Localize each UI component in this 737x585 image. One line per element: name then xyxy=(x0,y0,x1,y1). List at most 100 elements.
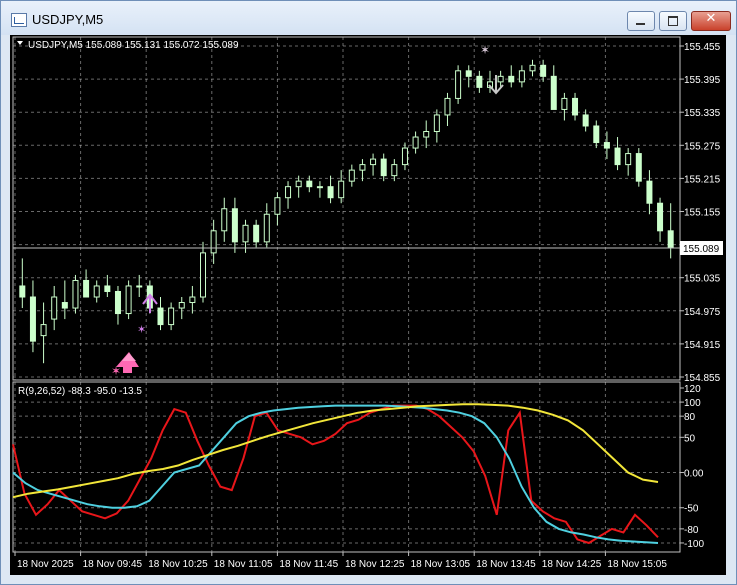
buy-star-icon-2: ✶ xyxy=(137,324,146,336)
time-tick-label-7: 18 Nov 13:45 xyxy=(476,559,536,570)
time-tick-label-6: 18 Nov 13:05 xyxy=(411,559,471,570)
indicator-tick-label-3: 50 xyxy=(684,433,696,444)
candle-body-1 xyxy=(29,296,36,342)
indicator-tick-label-5: -50 xyxy=(684,504,699,515)
candle-body-25 xyxy=(285,186,292,199)
candle-body-3 xyxy=(51,296,58,320)
indicator-tick-label-7: -100 xyxy=(684,539,704,550)
price-tick-label-4: 155.215 xyxy=(684,174,721,185)
candle-body-14 xyxy=(168,307,175,326)
price-tick-label-3: 155.275 xyxy=(684,141,721,152)
candle-body-42 xyxy=(465,70,472,77)
time-tick-label-9: 18 Nov 15:05 xyxy=(607,559,667,570)
candle-body-39 xyxy=(433,114,440,133)
candle-body-34 xyxy=(380,158,387,177)
time-tick-label-4: 18 Nov 11:45 xyxy=(279,559,338,570)
minimize-button[interactable] xyxy=(627,11,655,31)
candle-body-23 xyxy=(263,213,270,243)
buy-star-icon: ✶ xyxy=(111,364,121,378)
candle-body-9 xyxy=(114,290,121,315)
candle-body-58 xyxy=(635,153,642,182)
indicator-header: R(9,26,52) -88.3 -95.0 -13.5 xyxy=(18,386,142,397)
time-tick-label-0: 18 Nov 2025 xyxy=(17,559,74,570)
candle-body-33 xyxy=(370,158,377,166)
indicator-tick-label-1: 100 xyxy=(684,398,701,409)
candle-body-47 xyxy=(518,70,525,83)
close-button[interactable]: ✕ xyxy=(691,11,731,31)
candle-body-46 xyxy=(508,75,515,83)
candle-body-16 xyxy=(189,296,196,304)
candle-body-21 xyxy=(242,224,249,243)
candle-body-52 xyxy=(572,97,579,116)
price-tick-label-2: 155.335 xyxy=(684,108,721,119)
candle-body-51 xyxy=(561,97,568,110)
chart-area[interactable]: 155.455 155.395 155.335 155.275 155.215 155.1… xyxy=(10,35,726,575)
maximize-button[interactable] xyxy=(659,11,687,31)
price-tick-label-1: 155.395 xyxy=(684,75,721,86)
candle-body-4 xyxy=(61,302,68,309)
candle-body-5 xyxy=(72,279,79,309)
title-bar[interactable]: USDJPY,M5 ✕ xyxy=(1,1,736,35)
price-tick-label-9: 154.915 xyxy=(684,340,721,351)
price-header: USDJPY,M5 155.089 155.131 155.072 155.08… xyxy=(28,40,239,51)
candle-body-55 xyxy=(603,142,610,149)
candle-body-53 xyxy=(582,114,589,127)
candle-body-40 xyxy=(444,97,451,116)
candle-body-50 xyxy=(550,75,557,110)
price-tick-label-7: 155.035 xyxy=(684,274,721,285)
candle-body-19 xyxy=(221,208,228,232)
candle-body-20 xyxy=(231,208,238,243)
chart-svg[interactable]: 155.455 155.395 155.335 155.275 155.215 155.1… xyxy=(10,35,726,575)
candle-body-45 xyxy=(497,75,504,83)
candle-body-10 xyxy=(125,285,132,315)
price-tick-label-8: 154.975 xyxy=(684,307,721,318)
candle-body-29 xyxy=(327,186,334,199)
window-title: USDJPY,M5 xyxy=(32,12,104,27)
candle-body-30 xyxy=(338,180,345,199)
candle-body-61 xyxy=(667,230,674,248)
candle-body-11 xyxy=(136,285,143,288)
candle-body-2 xyxy=(40,324,47,337)
indicator-tick-label-6: -80 xyxy=(684,525,699,536)
candle-body-24 xyxy=(274,197,281,215)
candle-body-31 xyxy=(348,169,355,182)
candle-body-22 xyxy=(253,224,260,243)
price-tick-label-10: 154.855 xyxy=(684,373,721,384)
candle-body-36 xyxy=(401,147,408,166)
price-tick-label-0: 155.455 xyxy=(684,42,721,53)
candle-body-60 xyxy=(657,202,664,232)
candle-body-59 xyxy=(646,180,653,204)
time-tick-label-8: 18 Nov 14:25 xyxy=(542,559,602,570)
candle-body-26 xyxy=(295,180,302,188)
chart-window-icon xyxy=(11,13,27,27)
sell-star-icon: ✶ xyxy=(480,43,490,57)
candle-body-49 xyxy=(540,64,547,77)
minimize-icon xyxy=(636,23,645,25)
time-tick-label-5: 18 Nov 12:25 xyxy=(345,559,405,570)
indicator-tick-label-4: 0.00 xyxy=(684,469,704,480)
indicator-tick-label-0: 120 xyxy=(684,384,701,395)
candle-body-38 xyxy=(423,131,430,138)
candle-body-43 xyxy=(476,75,483,88)
chart-window: USDJPY,M5 ✕ 155.455 155.395 155.335 155.275… xyxy=(0,0,737,585)
current-price-label: 155.089 xyxy=(683,244,720,255)
candle-body-15 xyxy=(178,302,185,309)
time-tick-label-2: 18 Nov 10:25 xyxy=(148,559,208,570)
candle-body-54 xyxy=(593,125,600,144)
candle-body-6 xyxy=(83,279,90,298)
candle-body-0 xyxy=(19,285,26,298)
maximize-icon xyxy=(668,16,678,26)
candle-body-32 xyxy=(359,164,366,171)
candle-body-35 xyxy=(391,164,398,177)
candle-body-27 xyxy=(306,180,313,188)
candle-body-18 xyxy=(210,230,217,254)
candle-body-56 xyxy=(614,147,621,166)
candle-body-37 xyxy=(412,136,419,149)
candle-body-13 xyxy=(157,307,164,326)
price-tick-label-5: 155.155 xyxy=(684,208,721,219)
candle-body-57 xyxy=(625,153,632,166)
time-tick-label-3: 18 Nov 11:05 xyxy=(214,559,273,570)
indicator-tick-label-2: 80 xyxy=(684,412,696,423)
candle-body-28 xyxy=(316,186,323,189)
candle-body-41 xyxy=(455,70,462,99)
